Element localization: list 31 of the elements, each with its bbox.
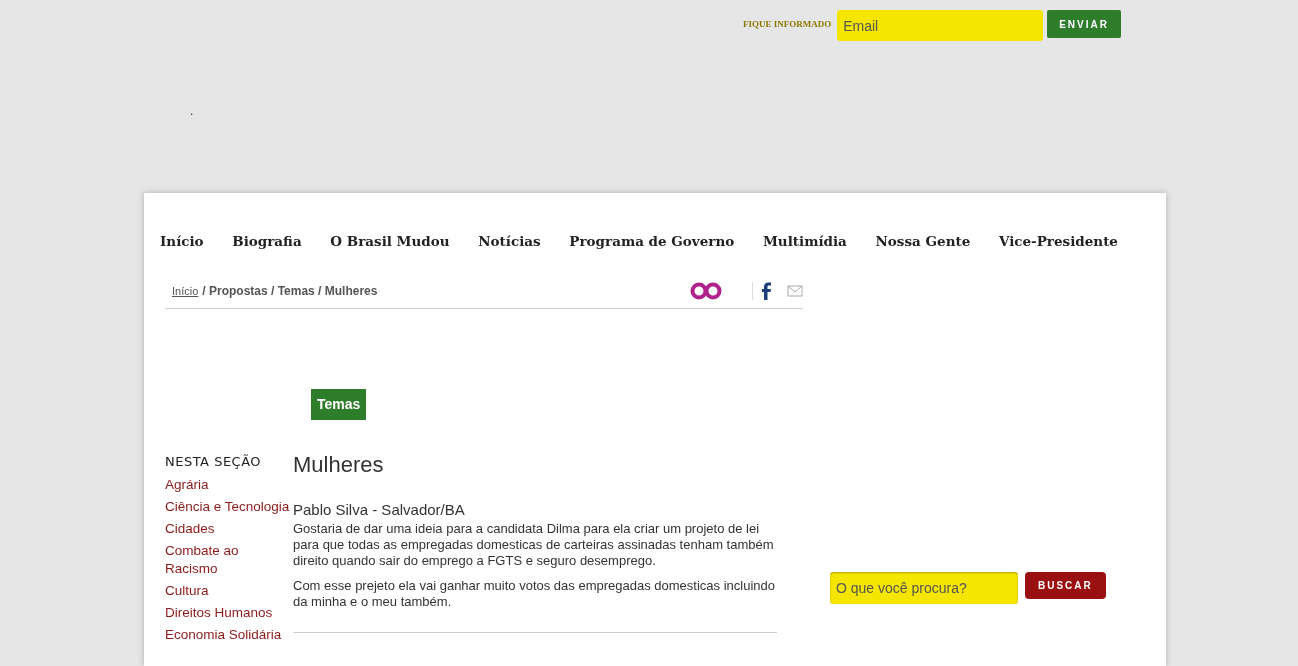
breadcrumb-link[interactable]: Início	[172, 282, 199, 299]
search-field[interactable]: O que você procura?	[830, 572, 1018, 605]
send-button[interactable]: ENVIAR	[1047, 10, 1121, 38]
sidebar-link[interactable]: Cultura	[165, 581, 293, 600]
dot-text: .	[190, 104, 195, 118]
nav-link[interactable]: Programa de Governo	[569, 231, 735, 252]
breadcrumb-text: / Propostas / Temas / Mulheres	[202, 282, 378, 300]
nav-link[interactable]: Notícias	[478, 231, 541, 252]
sidebar-link[interactable]: Direitos Humanos	[165, 603, 293, 622]
sidebar-link[interactable]: Agrária	[165, 475, 293, 494]
sidebar-link[interactable]: Combate ao Racismo	[165, 541, 293, 578]
sidebar-link[interactable]: Economia Solidária	[165, 625, 293, 644]
nav-link[interactable]: Biografia	[232, 231, 302, 252]
article-text: Com esse prejeto ela vai ganhar muito votos das empregadas domesticas incluindo da minha e o meu também.	[293, 578, 776, 611]
section-title: NESTA SEÇÃO	[165, 453, 263, 472]
sidebar-link[interactable]: Cidades	[165, 519, 293, 538]
infinity-icon[interactable]	[690, 281, 722, 300]
article-title: Mulheres	[293, 452, 385, 479]
sidebar-link[interactable]: Ciência e Tecnologia	[165, 497, 293, 516]
author-name: Pablo Silva - Salvador/BA	[293, 499, 466, 520]
nav-link[interactable]: Vice-Presidente	[998, 231, 1118, 252]
nav-link[interactable]: Multimídia	[762, 231, 847, 252]
section-button[interactable]: Temas	[311, 389, 367, 421]
newsletter-label: FIQUE INFORMADO	[742, 18, 832, 32]
nav-link[interactable]: Início	[160, 231, 204, 252]
nav-link[interactable]: Nossa Gente	[875, 231, 971, 252]
facebook-icon[interactable]	[761, 281, 771, 300]
nav-link[interactable]: O Brasil Mudou	[330, 231, 450, 252]
search-button[interactable]: BUSCAR	[1025, 572, 1106, 600]
article-text: Gostaria de dar uma ideia para a candidata Dilma para ela criar um projeto de lei para que todas as empregadas domesticas de carteiras assinadas tenham também direito quando sair do emprego a FGTS e seguro desemprego.	[293, 521, 775, 570]
email-field[interactable]: Email	[837, 10, 1044, 41]
